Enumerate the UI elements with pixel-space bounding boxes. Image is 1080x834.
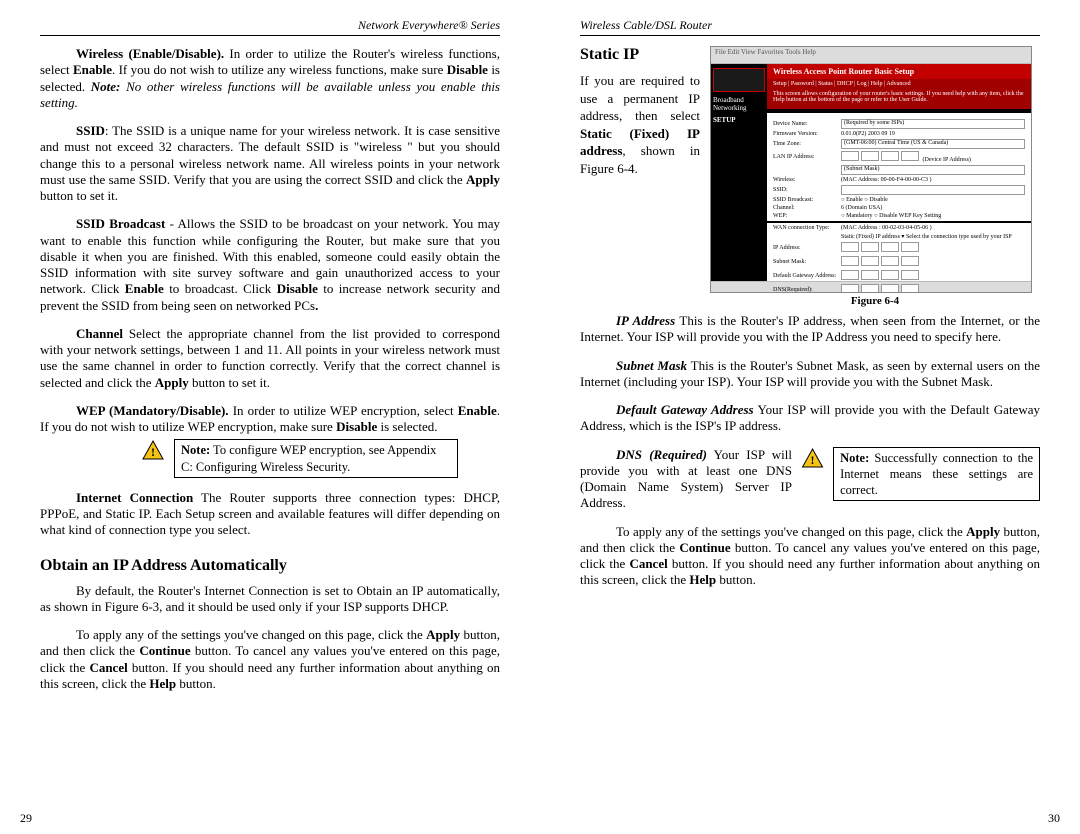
router-tabs: Setup | Password | Status | DHCP | Log |… — [767, 79, 1031, 89]
para-default-gateway: Default Gateway Address Your ISP will pr… — [580, 402, 1040, 435]
para-subnet-mask: Subnet Mask This is the Router's Subnet … — [580, 358, 1040, 391]
router-sidebar: Broadband Networking SETUP — [711, 64, 767, 281]
page-number-29: 29 — [20, 811, 32, 826]
heading-obtain-ip: Obtain an IP Address Automatically — [40, 557, 500, 575]
para-ssid-broadcast: SSID Broadcast - Allows the SSID to be b… — [40, 216, 500, 314]
figure-6-4: File Edit View Favorites Tools Help Broa… — [710, 46, 1040, 307]
para-ssid: SSID: The SSID is a unique name for your… — [40, 123, 500, 204]
svg-text:!: ! — [151, 445, 155, 459]
warning-icon: ! — [800, 447, 825, 471]
page-header-right: Wireless Cable/DSL Router — [580, 18, 1040, 36]
para-obtain-default: By default, the Router's Internet Connec… — [40, 583, 500, 616]
screenshot-router-setup: File Edit View Favorites Tools Help Broa… — [710, 46, 1032, 293]
para-ip-address: IP Address This is the Router's IP addre… — [580, 313, 1040, 346]
para-channel: Channel Select the appropriate channel f… — [40, 326, 500, 391]
note-box-connection: Note: Successfully connection to the Int… — [833, 447, 1040, 502]
figure-caption-6-4: Figure 6-4 — [710, 295, 1040, 307]
para-wep: WEP (Mandatory/Disable). In order to uti… — [40, 403, 500, 436]
para-apply-right: To apply any of the settings you've chan… — [580, 524, 1040, 589]
router-description: This screen allows configuration of your… — [767, 89, 1031, 109]
para-static-ip-intro: If you are required to use a permanent I… — [580, 72, 700, 177]
page-number-30: 30 — [1048, 811, 1060, 826]
note-box-wep: Note: To configure WEP encryption, see A… — [174, 439, 458, 478]
para-dns: ! Note: Successfully connection to the I… — [580, 447, 1040, 512]
note-wep: ! Note: To configure WEP encryption, see… — [140, 439, 500, 478]
router-banner: Wireless Access Point Router Basic Setup — [767, 64, 1031, 79]
browser-toolbar: File Edit View Favorites Tools Help — [711, 47, 1031, 64]
para-internet-connection: Internet Connection The Router supports … — [40, 490, 500, 539]
router-logo — [713, 68, 765, 92]
router-form: Device Name:(Required by some ISPs) Firm… — [767, 113, 1031, 293]
svg-text:!: ! — [811, 453, 815, 467]
warning-icon: ! — [140, 439, 166, 463]
para-wireless-enable: Wireless (Enable/Disable). In order to u… — [40, 46, 500, 111]
para-apply-left: To apply any of the settings you've chan… — [40, 627, 500, 692]
page-header-left: Network Everywhere® Series — [40, 18, 500, 36]
heading-static-ip: Static IP — [580, 46, 700, 64]
page-29: Network Everywhere® Series Wireless (Ena… — [0, 0, 540, 834]
page-30: Wireless Cable/DSL Router Static IP If y… — [540, 0, 1080, 834]
